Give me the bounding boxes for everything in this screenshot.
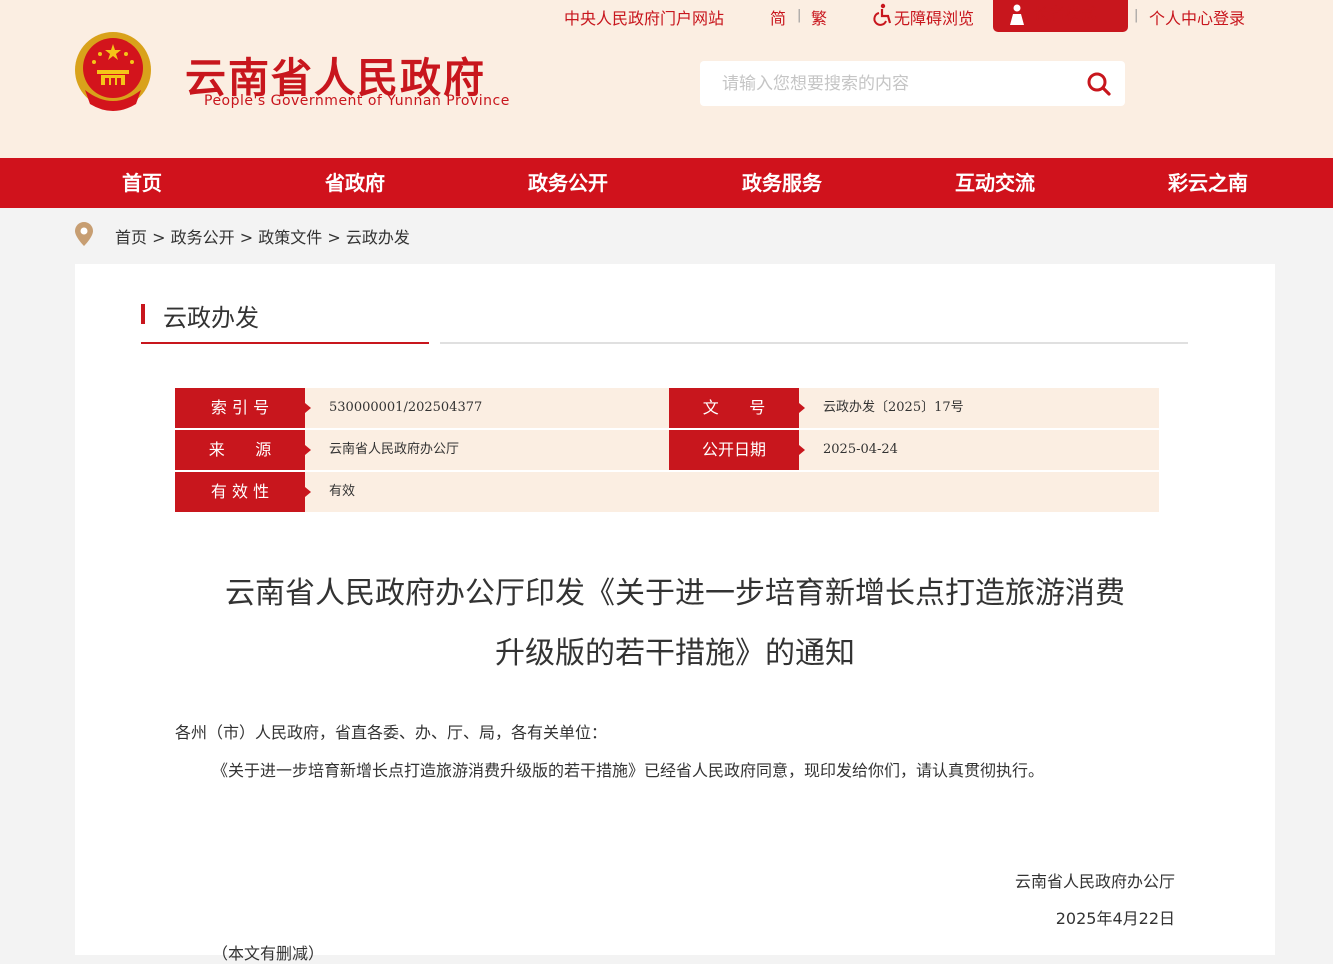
nav-colorful-yunnan[interactable]: 彩云之南: [1128, 158, 1288, 208]
search-input[interactable]: [720, 72, 1064, 96]
location-pin-icon: [75, 222, 93, 246]
content-card: 云政办发 索 引 号 530000001/202504377 文 号 云政办发〔…: [75, 264, 1275, 963]
nav-government-services[interactable]: 政务服务: [702, 158, 862, 208]
breadcrumb-home[interactable]: 首页: [115, 228, 147, 247]
document-salutation: 各州（市）人民政府，省直各委、办、厅、局，各有关单位：: [175, 723, 608, 742]
nav-interaction[interactable]: 互动交流: [915, 158, 1075, 208]
meta-row: 来 源 云南省人民政府办公厅 公开日期 2025-04-24: [175, 430, 1159, 470]
breadcrumb-policy-documents[interactable]: 政策文件: [258, 228, 322, 247]
validity-value: 有效: [329, 484, 356, 499]
separator: |: [1134, 8, 1139, 23]
document-paragraph: 《关于进一步培育新增长点打造旅游消费升级版的若干措施》已经省人民政府同意，现印发…: [212, 761, 1045, 780]
main-nav: 首页 省政府 政务公开 政务服务 互动交流 彩云之南: [0, 158, 1333, 208]
breadcrumb-separator: >: [152, 228, 166, 247]
site-subtitle: People's Government of Yunnan Province: [204, 93, 510, 109]
section-underline-gray: [440, 342, 1188, 344]
breadcrumb-government-affairs[interactable]: 政务公开: [171, 228, 235, 247]
nav-home[interactable]: 首页: [62, 158, 222, 208]
publish-date-value: 2025-04-24: [823, 442, 898, 457]
meta-row: 索 引 号 530000001/202504377 文 号 云政办发〔2025〕…: [175, 388, 1159, 428]
separator: |: [797, 8, 802, 23]
login-link[interactable]: 个人中心登录: [1149, 5, 1245, 29]
elder-mode-button[interactable]: 长者模式: [993, 0, 1128, 32]
section-accent-bar: [141, 304, 145, 324]
search-box: [700, 61, 1125, 106]
document-number-label: 文 号: [669, 388, 805, 428]
index-number-value: 530000001/202504377: [329, 400, 483, 415]
elder-mode-label: 长者模式: [1033, 4, 1098, 23]
source-value: 云南省人民政府办公厅: [329, 442, 460, 457]
document-title: 云南省人民政府办公厅印发《关于进一步培育新增长点打造旅游消费 升级版的若干措施》…: [175, 564, 1175, 684]
meta-row: 有 效 性 有效: [175, 472, 1159, 512]
section-title: 云政办发: [163, 304, 259, 332]
elder-icon: [1010, 4, 1024, 25]
nav-government-affairs[interactable]: 政务公开: [488, 158, 648, 208]
national-emblem-icon[interactable]: [70, 30, 156, 116]
breadcrumb-yunzhengbanfa[interactable]: 云政办发: [346, 228, 410, 247]
document-number-value: 云政办发〔2025〕17号: [823, 400, 964, 415]
breadcrumb-separator: >: [239, 228, 254, 247]
nav-provincial-government[interactable]: 省政府: [275, 158, 435, 208]
accessibility-icon[interactable]: [870, 3, 894, 31]
document-title-line: 云南省人民政府办公厅印发《关于进一步培育新增长点打造旅游消费: [225, 576, 1125, 611]
accessibility-link[interactable]: 无障碍浏览: [894, 5, 974, 29]
central-portal-link[interactable]: 中央人民政府门户网站: [564, 5, 724, 29]
document-note: （本文有删减）: [212, 944, 325, 963]
document-signature: 云南省人民政府办公厅: [1014, 872, 1175, 891]
traditional-chinese-link[interactable]: 繁: [811, 5, 827, 29]
source-label: 来 源: [175, 430, 311, 470]
index-number-label: 索 引 号: [175, 388, 311, 428]
publish-date-label: 公开日期: [669, 430, 805, 470]
document-sign-date: 2025年4月22日: [1055, 909, 1175, 928]
validity-label: 有 效 性: [175, 472, 311, 512]
breadcrumb-separator: >: [327, 228, 341, 247]
document-title-line: 升级版的若干措施》的通知: [495, 636, 855, 671]
site-header: 中央人民政府门户网站 简 | 繁 无障碍浏览 长者模式 | 个人中心登录 云南省…: [0, 0, 1333, 158]
section-underline-red: [141, 342, 429, 344]
simplified-chinese-link[interactable]: 简: [770, 5, 786, 29]
search-icon[interactable]: [1086, 71, 1112, 97]
